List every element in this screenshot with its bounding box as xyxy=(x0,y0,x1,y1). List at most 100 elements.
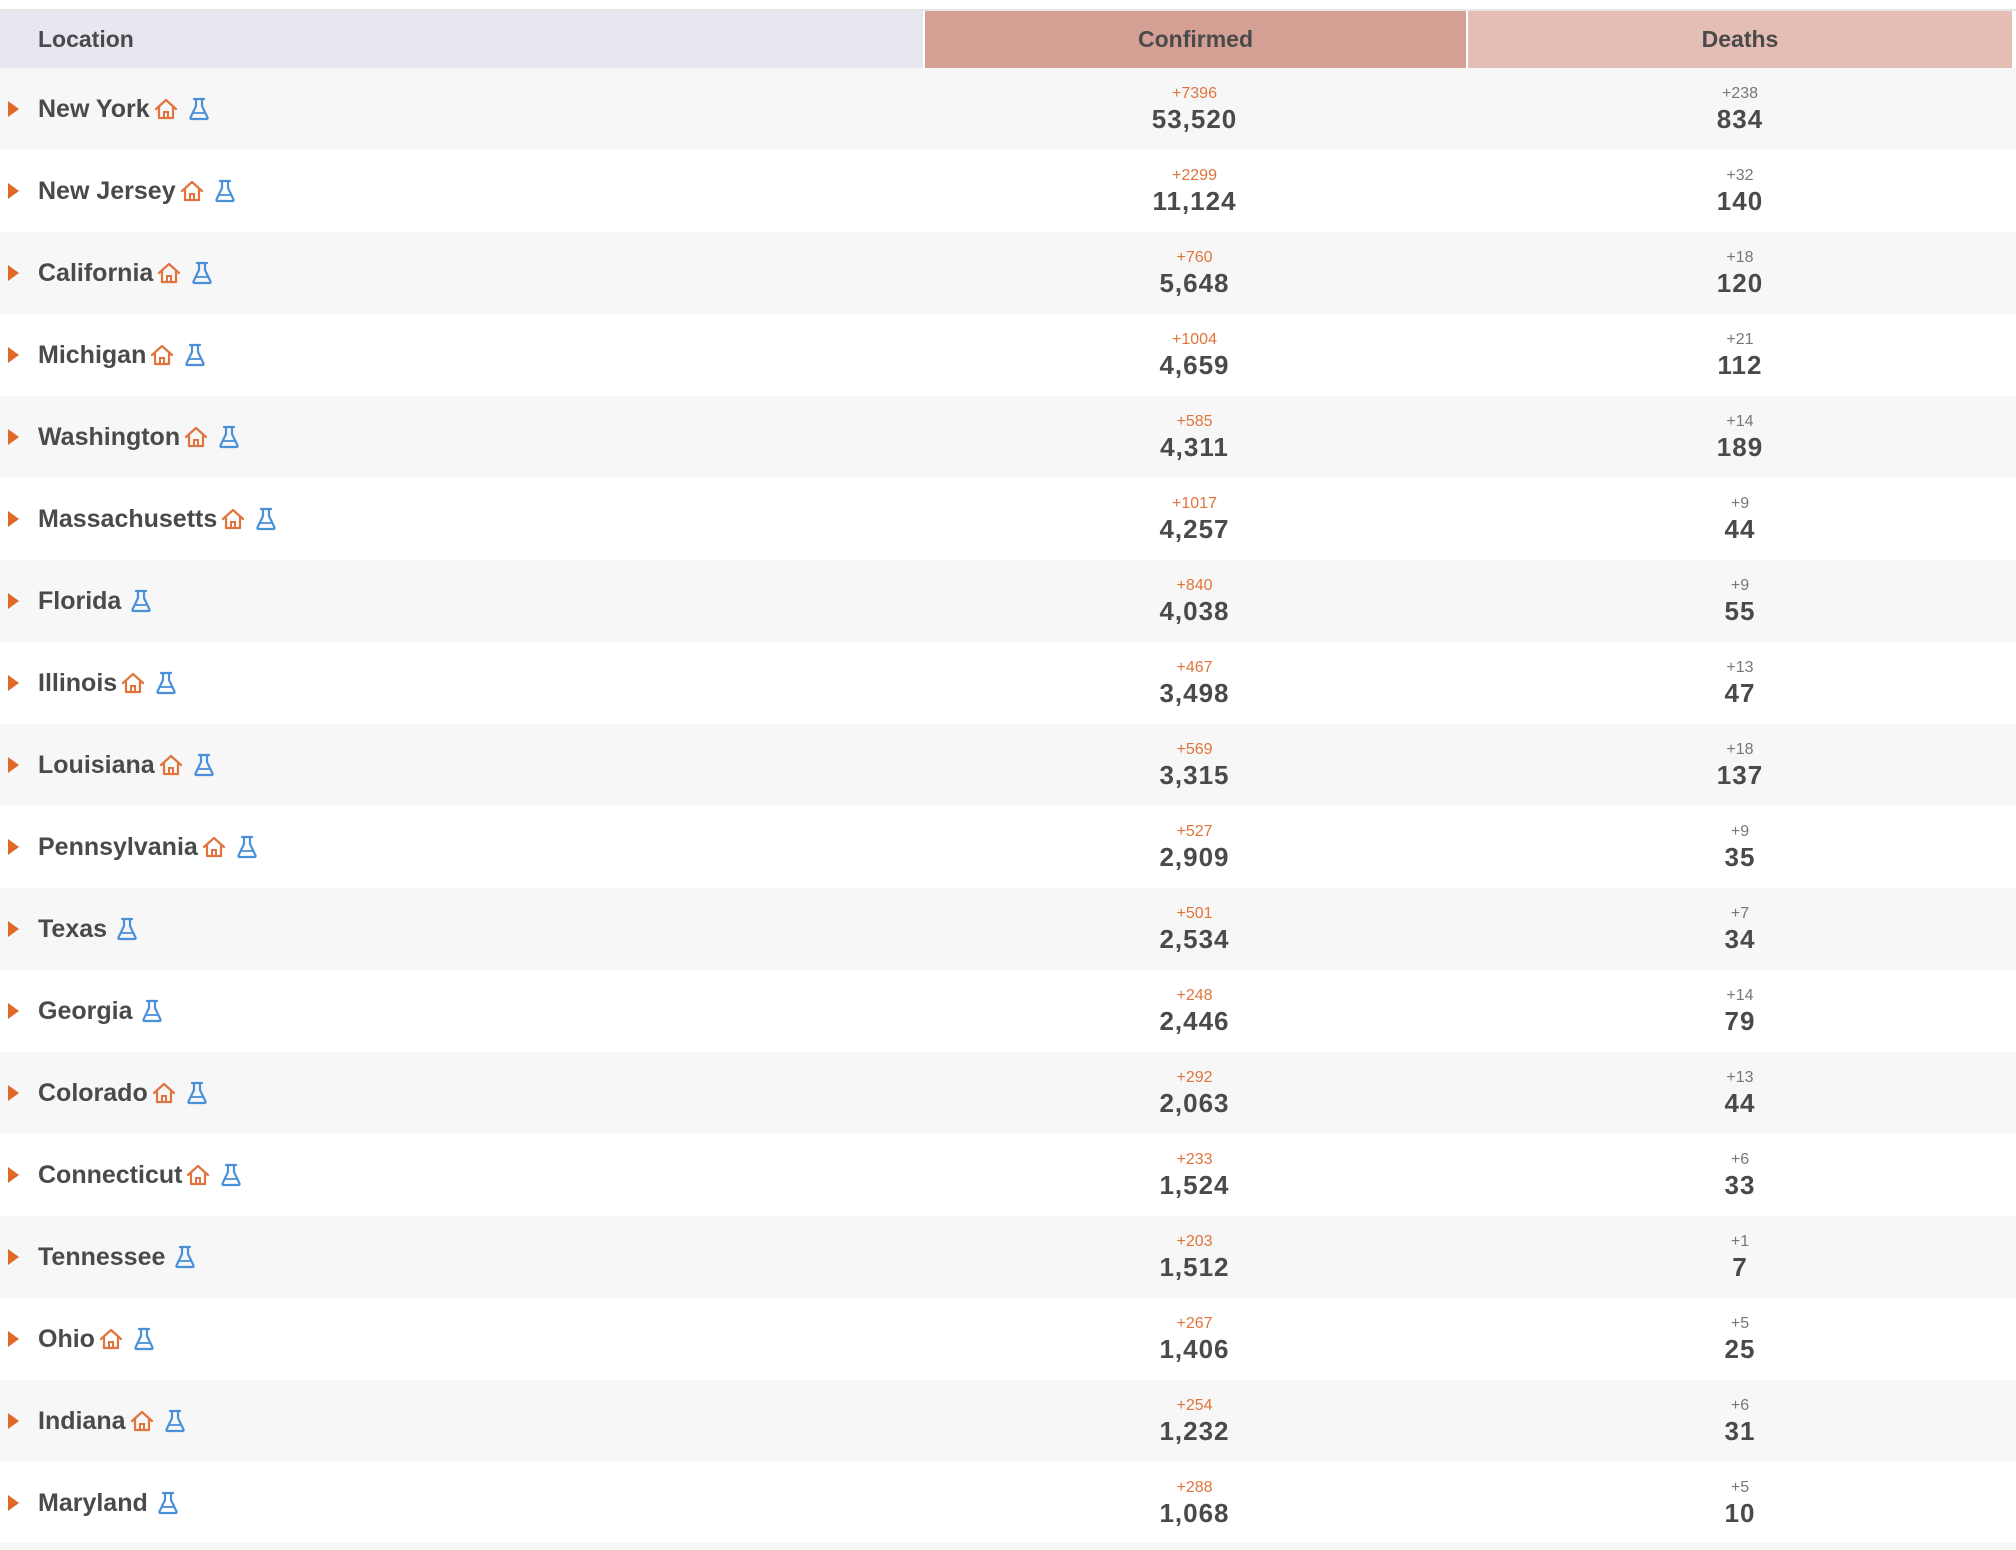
table-row[interactable]: Ohio +267 1,406 +5 25 xyxy=(0,1298,2016,1380)
flask-icon[interactable] xyxy=(140,998,164,1024)
location-cell: Georgia xyxy=(0,970,923,1052)
expand-arrow-icon[interactable] xyxy=(8,1085,19,1101)
location-name[interactable]: New York xyxy=(38,95,150,124)
flask-icon[interactable] xyxy=(187,96,211,122)
table-row[interactable]: Michigan +1004 4,659 +21 112 xyxy=(0,314,2016,396)
table-row[interactable]: Florida +840 4,038 +9 55 xyxy=(0,560,2016,642)
stay-at-home-icon[interactable] xyxy=(153,96,179,122)
stay-at-home-icon[interactable] xyxy=(156,260,182,286)
stay-at-home-icon[interactable] xyxy=(149,342,175,368)
table-row[interactable]: Pennsylvania +527 2,909 +9 35 xyxy=(0,806,2016,888)
table-row[interactable]: New Jersey +2299 11,124 +32 140 xyxy=(0,150,2016,232)
stay-at-home-icon[interactable] xyxy=(151,1080,177,1106)
location-name[interactable]: Georgia xyxy=(38,997,132,1026)
flask-icon[interactable] xyxy=(190,260,214,286)
stay-at-home-icon[interactable] xyxy=(179,178,205,204)
flask-icon[interactable] xyxy=(217,424,241,450)
location-name[interactable]: Louisiana xyxy=(38,751,155,780)
flask-icon[interactable] xyxy=(192,752,216,778)
deaths-delta: +238 xyxy=(1721,85,1759,102)
expand-arrow-icon[interactable] xyxy=(8,1003,19,1019)
deaths-cell: +9 55 xyxy=(1466,560,2014,642)
location-name[interactable]: Tennessee xyxy=(38,1243,165,1272)
location-cell: Texas xyxy=(0,888,923,970)
expand-arrow-icon[interactable] xyxy=(8,347,19,363)
column-header-location[interactable]: Location xyxy=(0,11,923,68)
deaths-cell: +7 34 xyxy=(1466,888,2014,970)
expand-arrow-icon[interactable] xyxy=(8,265,19,281)
flask-icon[interactable] xyxy=(183,342,207,368)
table-row[interactable]: Connecticut +233 1,524 +6 33 xyxy=(0,1134,2016,1216)
flask-icon[interactable] xyxy=(163,1408,187,1434)
table-row[interactable]: New York +7396 53,520 +238 834 xyxy=(0,68,2016,150)
confirmed-total: 4,257 xyxy=(1159,514,1230,544)
location-cell: Connecticut xyxy=(0,1134,923,1216)
location-name[interactable]: Washington xyxy=(38,423,180,452)
stay-at-home-icon[interactable] xyxy=(201,834,227,860)
flask-icon[interactable] xyxy=(185,1080,209,1106)
stay-at-home-icon[interactable] xyxy=(129,1408,155,1434)
table-row[interactable]: Washington +585 4,311 +14 189 xyxy=(0,396,2016,478)
column-header-deaths[interactable]: Deaths xyxy=(1466,11,2014,68)
table-row[interactable]: Massachusetts +1017 4,257 +9 44 xyxy=(0,478,2016,560)
table-row[interactable]: Illinois +467 3,498 +13 47 xyxy=(0,642,2016,724)
expand-arrow-icon[interactable] xyxy=(8,1167,19,1183)
table-row[interactable]: Texas +501 2,534 +7 34 xyxy=(0,888,2016,970)
expand-arrow-icon[interactable] xyxy=(8,839,19,855)
stay-at-home-icon[interactable] xyxy=(158,752,184,778)
confirmed-total: 2,909 xyxy=(1159,842,1230,872)
flask-icon[interactable] xyxy=(235,834,259,860)
location-name[interactable]: Texas xyxy=(38,915,107,944)
flask-icon[interactable] xyxy=(129,588,153,614)
location-name[interactable]: Pennsylvania xyxy=(38,833,198,862)
confirmed-delta: +1004 xyxy=(1172,331,1217,348)
expand-arrow-icon[interactable] xyxy=(8,511,19,527)
location-name[interactable]: Massachusetts xyxy=(38,505,217,534)
table-row[interactable]: Georgia +248 2,446 +14 79 xyxy=(0,970,2016,1052)
flask-icon[interactable] xyxy=(213,178,237,204)
location-name[interactable]: Illinois xyxy=(38,669,117,698)
stay-at-home-icon[interactable] xyxy=(120,670,146,696)
column-header-confirmed[interactable]: Confirmed xyxy=(923,11,1466,68)
deaths-total: 35 xyxy=(1724,842,1756,872)
location-name[interactable]: Michigan xyxy=(38,341,146,370)
flask-icon[interactable] xyxy=(254,506,278,532)
stay-at-home-icon[interactable] xyxy=(183,424,209,450)
table-row[interactable]: California +760 5,648 +18 120 xyxy=(0,232,2016,314)
table-row[interactable]: Colorado +292 2,063 +13 44 xyxy=(0,1052,2016,1134)
expand-arrow-icon[interactable] xyxy=(8,1413,19,1429)
expand-arrow-icon[interactable] xyxy=(8,675,19,691)
flask-icon[interactable] xyxy=(156,1490,180,1516)
flask-icon[interactable] xyxy=(132,1326,156,1352)
expand-arrow-icon[interactable] xyxy=(8,757,19,773)
expand-arrow-icon[interactable] xyxy=(8,1249,19,1265)
confirmed-delta: +1017 xyxy=(1172,495,1217,512)
expand-arrow-icon[interactable] xyxy=(8,101,19,117)
expand-arrow-icon[interactable] xyxy=(8,1495,19,1511)
location-name[interactable]: Connecticut xyxy=(38,1161,182,1190)
table-row[interactable]: Maryland +288 1,068 +5 10 xyxy=(0,1462,2016,1544)
confirmed-cell: +585 4,311 xyxy=(923,396,1466,478)
flask-icon[interactable] xyxy=(154,670,178,696)
location-name[interactable]: New Jersey xyxy=(38,177,176,206)
table-row[interactable]: Indiana +254 1,232 +6 31 xyxy=(0,1380,2016,1462)
expand-arrow-icon[interactable] xyxy=(8,593,19,609)
flask-icon[interactable] xyxy=(219,1162,243,1188)
location-name[interactable]: Colorado xyxy=(38,1079,148,1108)
flask-icon[interactable] xyxy=(115,916,139,942)
stay-at-home-icon[interactable] xyxy=(220,506,246,532)
expand-arrow-icon[interactable] xyxy=(8,183,19,199)
expand-arrow-icon[interactable] xyxy=(8,921,19,937)
location-name[interactable]: Florida xyxy=(38,587,121,616)
flask-icon[interactable] xyxy=(173,1244,197,1270)
location-name[interactable]: California xyxy=(38,259,153,288)
expand-arrow-icon[interactable] xyxy=(8,1331,19,1347)
location-name[interactable]: Maryland xyxy=(38,1489,148,1518)
stay-at-home-icon[interactable] xyxy=(185,1162,211,1188)
expand-arrow-icon[interactable] xyxy=(8,429,19,445)
table-row[interactable]: Louisiana +569 3,315 +18 137 xyxy=(0,724,2016,806)
location-name[interactable]: Indiana xyxy=(38,1407,126,1436)
location-name[interactable]: Ohio xyxy=(38,1325,95,1354)
stay-at-home-icon[interactable] xyxy=(98,1326,124,1352)
table-row[interactable]: Tennessee +203 1,512 +1 7 xyxy=(0,1216,2016,1298)
